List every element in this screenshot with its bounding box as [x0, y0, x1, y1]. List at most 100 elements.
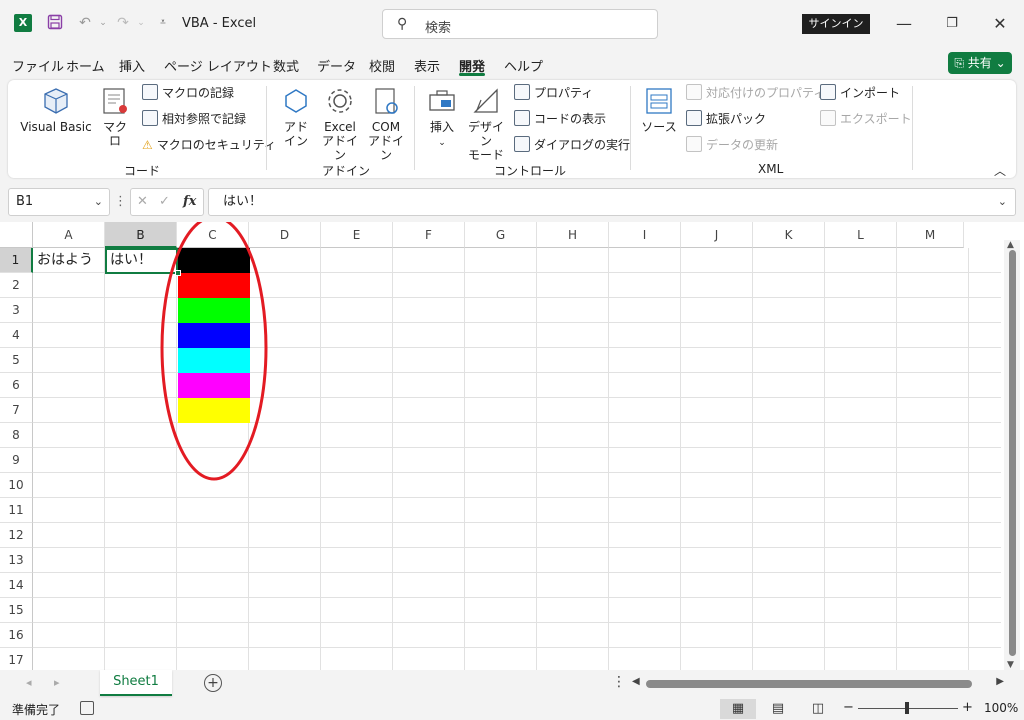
tab-page-layout[interactable]: ページ レイアウト [164, 56, 272, 75]
ribbon-tabs: ファイル ホーム 挿入 ページ レイアウト 数式 データ 校閲 表示 開発 ヘル… [0, 48, 1024, 78]
zoom-in-icon[interactable]: + [962, 700, 973, 715]
scroll-right-icon[interactable]: ▶ [996, 676, 1004, 687]
redo-dropdown-icon[interactable]: ⌄ [132, 14, 150, 32]
group-separator [630, 86, 631, 170]
tab-home[interactable]: ホーム [66, 56, 105, 75]
tab-data[interactable]: データ [317, 56, 356, 75]
expansion-packs-button[interactable]: 拡張パック [686, 110, 766, 128]
run-dialog-button[interactable]: ダイアログの実行 [514, 136, 630, 154]
document-title: VBA - Excel [182, 16, 257, 31]
sheet-options-icon[interactable]: ⋮ [612, 674, 626, 690]
minimize-icon[interactable]: — [892, 12, 916, 36]
xml-group-label: XML [758, 162, 784, 176]
zoom-slider-knob[interactable] [905, 702, 909, 714]
com-addins-button[interactable]: COM アドイン [364, 86, 408, 162]
redo-icon[interactable]: ↷ [114, 14, 132, 32]
undo-icon[interactable]: ↶ [76, 14, 94, 32]
customize-quick-access-icon[interactable]: ⩡ [154, 14, 172, 32]
collapse-ribbon-icon[interactable]: ︿ [994, 162, 1006, 179]
page-layout-view-button[interactable]: ▤ [760, 699, 796, 719]
page-break-view-button[interactable]: ◫ [800, 699, 836, 719]
close-icon[interactable]: ✕ [988, 12, 1012, 36]
refresh-data-button[interactable]: データの更新 [686, 136, 778, 154]
scroll-left-icon[interactable]: ◀ [632, 676, 640, 687]
tab-file[interactable]: ファイル [12, 56, 64, 75]
excel-addins-label-1: Excel [324, 120, 356, 134]
status-ready: 準備完了 [12, 703, 61, 717]
com-addins-label-1: COM [371, 120, 401, 134]
zoom-level[interactable]: 100% [984, 701, 1018, 715]
xml-import-button[interactable]: インポート [820, 84, 900, 102]
tab-help[interactable]: ヘルプ [504, 56, 543, 75]
add-sheet-icon[interactable]: + [204, 674, 222, 692]
tab-formulas[interactable]: 数式 [273, 56, 299, 75]
prev-sheet-icon[interactable]: ◂ [26, 676, 32, 689]
map-properties-button[interactable]: 対応付けのプロパティ [686, 84, 825, 102]
restore-icon[interactable]: ❐ [940, 12, 964, 36]
horizontal-scroll-thumb[interactable] [646, 680, 972, 688]
gear-icon [328, 89, 352, 113]
visual-basic-button[interactable]: Visual Basic [20, 86, 92, 134]
tab-insert[interactable]: 挿入 [119, 56, 145, 75]
code-group-label: コード [124, 164, 161, 178]
export-icon [820, 110, 836, 126]
relative-reference-label: 相対参照で記録 [162, 112, 247, 126]
next-sheet-icon[interactable]: ▸ [54, 676, 60, 689]
insert-function-icon[interactable]: fx [183, 194, 196, 209]
search-box[interactable]: ⚲ 検索 [382, 9, 658, 39]
relative-reference-button[interactable]: 相対参照で記録 [142, 110, 246, 128]
formula-buttons: ✕ ✓ fx [130, 188, 204, 216]
com-addins-icon [375, 88, 398, 114]
name-box-value: B1 [16, 194, 34, 209]
insert-control-label: 挿入 [429, 120, 454, 134]
insert-dropdown-icon: ⌄ [438, 138, 446, 148]
search-placeholder: 検索 [425, 21, 452, 36]
group-separator [414, 86, 415, 170]
addins-button[interactable]: アド イン [278, 86, 314, 148]
properties-button[interactable]: プロパティ [514, 84, 593, 102]
name-box[interactable]: B1 ⌄ [8, 188, 110, 216]
record-macro-button[interactable]: マクロの記録 [142, 84, 234, 102]
normal-view-button[interactable]: ▦ [720, 699, 756, 719]
xml-source-button[interactable]: ソース [640, 86, 678, 134]
xml-source-label: ソース [641, 120, 677, 134]
scroll-up-icon[interactable]: ▲ [1007, 240, 1014, 250]
undo-dropdown-icon[interactable]: ⌄ [94, 14, 112, 32]
worksheet-grid[interactable]: ABCDEFGHIJKLM 1 2 3 4 5 6 7 8 9 10 11 12 13 14 15 16 17 … [0, 222, 1024, 670]
more-options-icon[interactable]: ⋮ [114, 194, 127, 209]
tab-review[interactable]: 校閲 [369, 56, 395, 75]
vertical-scroll-thumb[interactable] [1009, 250, 1016, 656]
macro-button[interactable]: マクロ [98, 86, 132, 148]
sheet-tab-sheet1[interactable]: Sheet1 [100, 670, 172, 696]
title-bar: X ↶ ⌄ ↷ ⌄ ⩡ VBA - Excel ⚲ 検索 サインイン — ❐ ✕ [0, 0, 1024, 48]
formula-input[interactable]: はい！ ⌄ [208, 188, 1016, 216]
scroll-down-icon[interactable]: ▼ [1007, 660, 1014, 670]
design-mode-button[interactable]: デザイン モード [464, 86, 508, 162]
excel-addins-label-2: アドイン [321, 134, 358, 162]
view-code-icon [514, 110, 530, 126]
record-macro-icon [142, 84, 158, 100]
macro-security-button[interactable]: ⚠ マクロのセキュリティ [142, 136, 276, 154]
excel-logo-icon: X [14, 14, 32, 32]
xml-import-label: インポート [840, 86, 901, 100]
accessibility-icon[interactable] [80, 701, 94, 715]
share-button[interactable]: ⎘ 共有 ⌄ [948, 52, 1012, 74]
save-icon[interactable] [46, 14, 64, 32]
signin-button[interactable]: サインイン [802, 14, 870, 34]
chevron-down-icon[interactable]: ⌄ [94, 189, 103, 215]
cancel-icon[interactable]: ✕ [137, 194, 148, 209]
xml-export-button[interactable]: エクスポート [820, 110, 912, 128]
expand-formula-icon[interactable]: ⌄ [998, 189, 1007, 215]
enter-icon[interactable]: ✓ [159, 194, 170, 209]
tab-view[interactable]: 表示 [414, 56, 440, 75]
view-code-button[interactable]: コードの表示 [514, 110, 606, 128]
macro-icon [103, 88, 127, 114]
vertical-scrollbar[interactable]: ▲ ▼ [1004, 240, 1020, 670]
insert-control-button[interactable]: 挿入 ⌄ [424, 86, 460, 150]
horizontal-scrollbar[interactable]: ◀ ▶ [630, 676, 1004, 690]
zoom-out-icon[interactable]: − [843, 700, 854, 715]
share-label: 共有 [967, 56, 992, 70]
excel-addins-button[interactable]: Excel アドイン [318, 86, 362, 162]
addins-label-1: アド [283, 120, 308, 134]
com-addins-label-2: アドイン [367, 134, 404, 162]
